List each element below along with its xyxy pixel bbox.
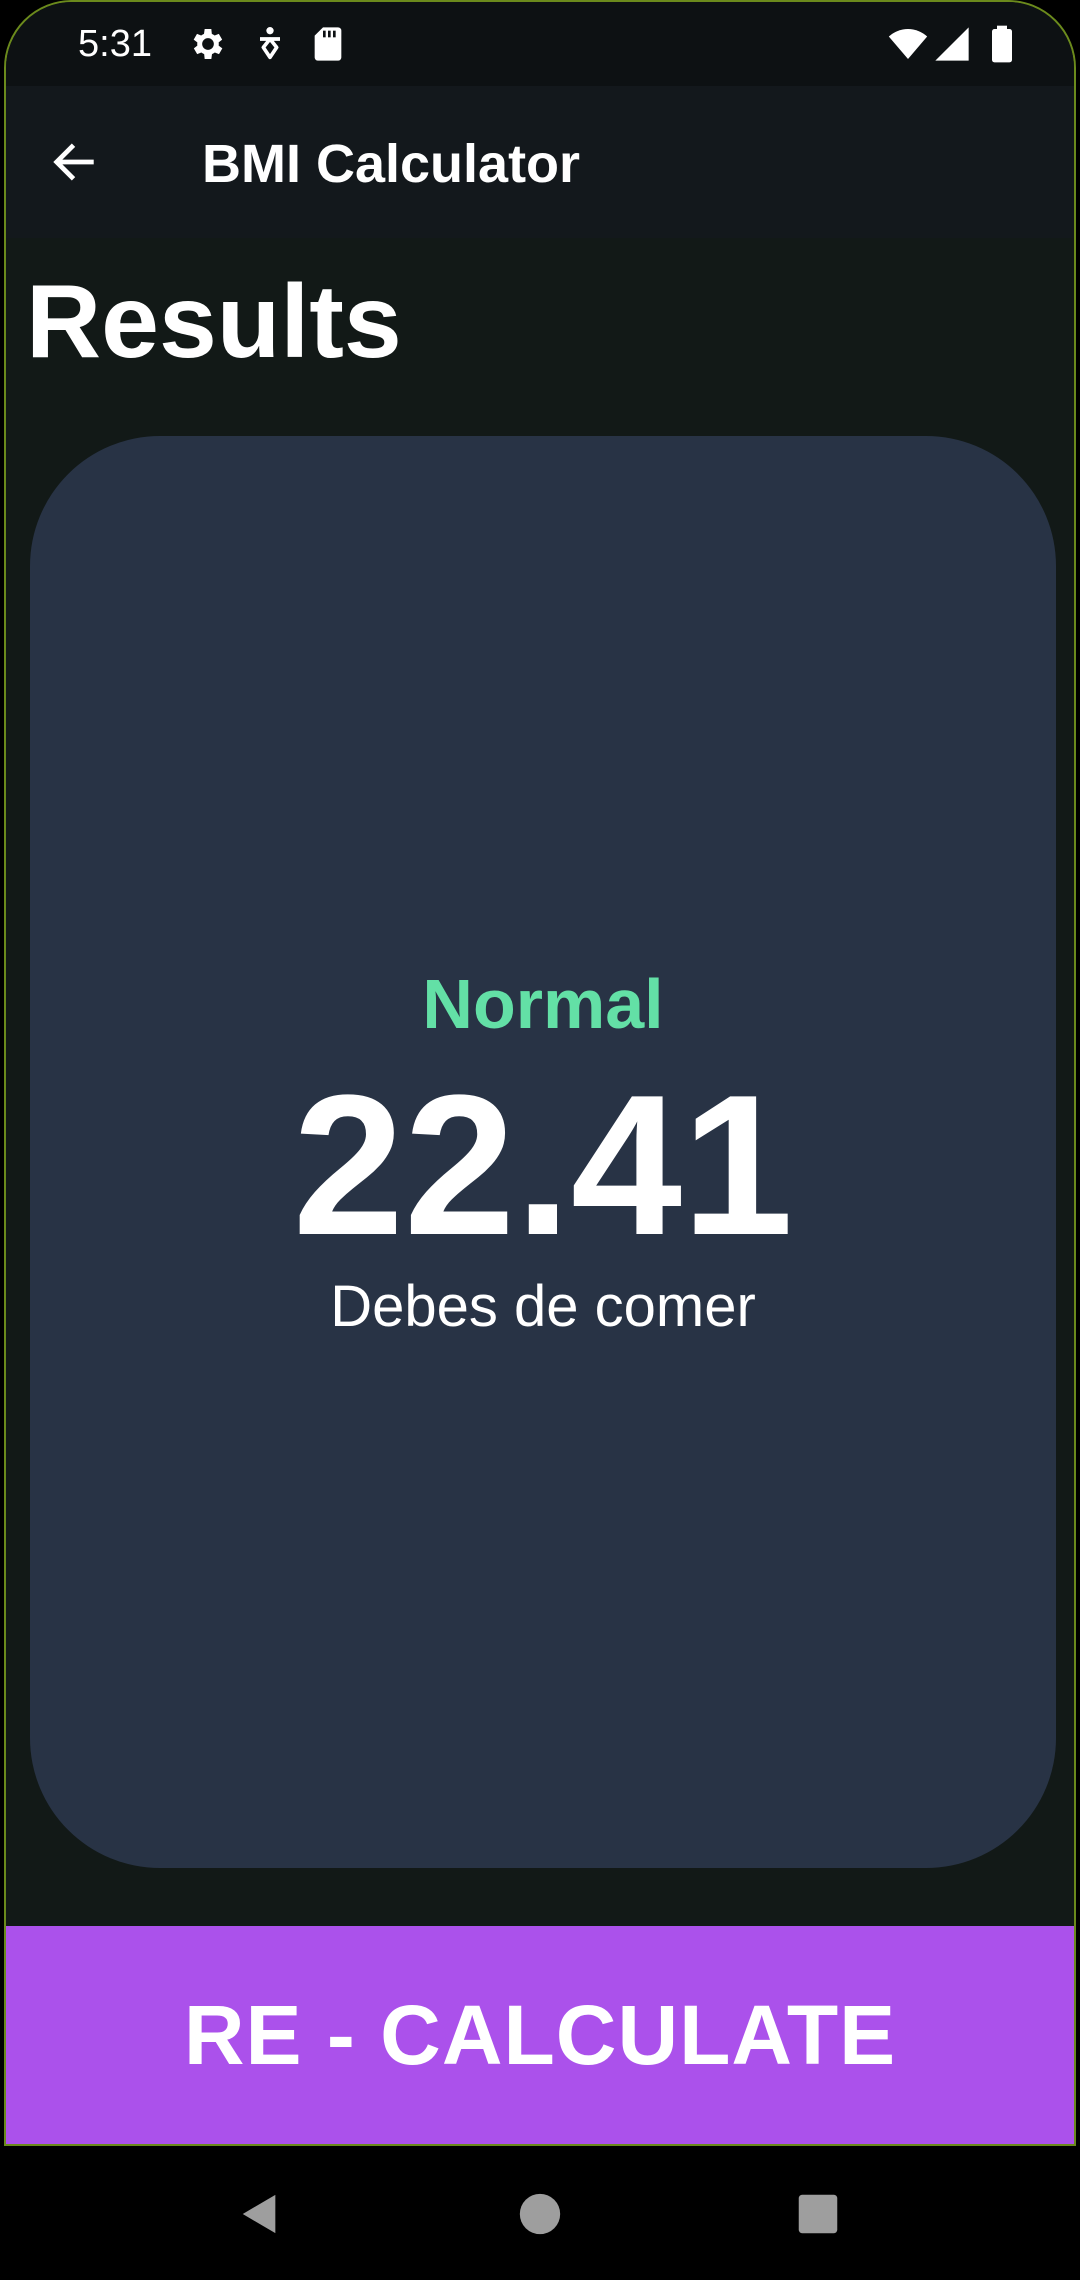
result-card: Normal 22.41 Debes de comer	[30, 436, 1056, 1868]
home-circle-icon	[519, 2193, 561, 2235]
status-time: 5:31	[78, 23, 152, 65]
nav-back-button[interactable]	[228, 2182, 292, 2246]
navigation-bar	[0, 2146, 1080, 2280]
sd-card-icon	[314, 27, 342, 61]
bmi-status-label: Normal	[422, 965, 664, 1043]
nav-home-button[interactable]	[508, 2182, 572, 2246]
battery-icon	[992, 25, 1012, 63]
back-triangle-icon	[242, 2194, 276, 2234]
arrow-left-icon	[53, 143, 94, 181]
screen: 5:31 BMI Calculator Results Normal 22.41…	[4, 0, 1076, 2146]
recalculate-button[interactable]: RE - CALCULATE	[6, 1926, 1074, 2144]
cell-signal-icon	[935, 27, 969, 61]
back-button[interactable]	[42, 130, 106, 194]
gear-icon	[193, 29, 223, 59]
accessibility-icon	[260, 27, 280, 60]
app-bar: BMI Calculator	[6, 86, 1074, 238]
bmi-message: Debes de comer	[330, 1274, 756, 1339]
wifi-icon	[888, 29, 928, 59]
page-title: Results	[26, 264, 402, 380]
recents-square-icon	[798, 2194, 838, 2234]
device-frame: 5:31 BMI Calculator Results Normal 22.41…	[0, 0, 1080, 2280]
bmi-value: 22.41	[292, 1054, 794, 1277]
nav-recents-button[interactable]	[786, 2182, 850, 2246]
app-title: BMI Calculator	[202, 134, 581, 194]
status-bar: 5:31	[6, 2, 1074, 86]
